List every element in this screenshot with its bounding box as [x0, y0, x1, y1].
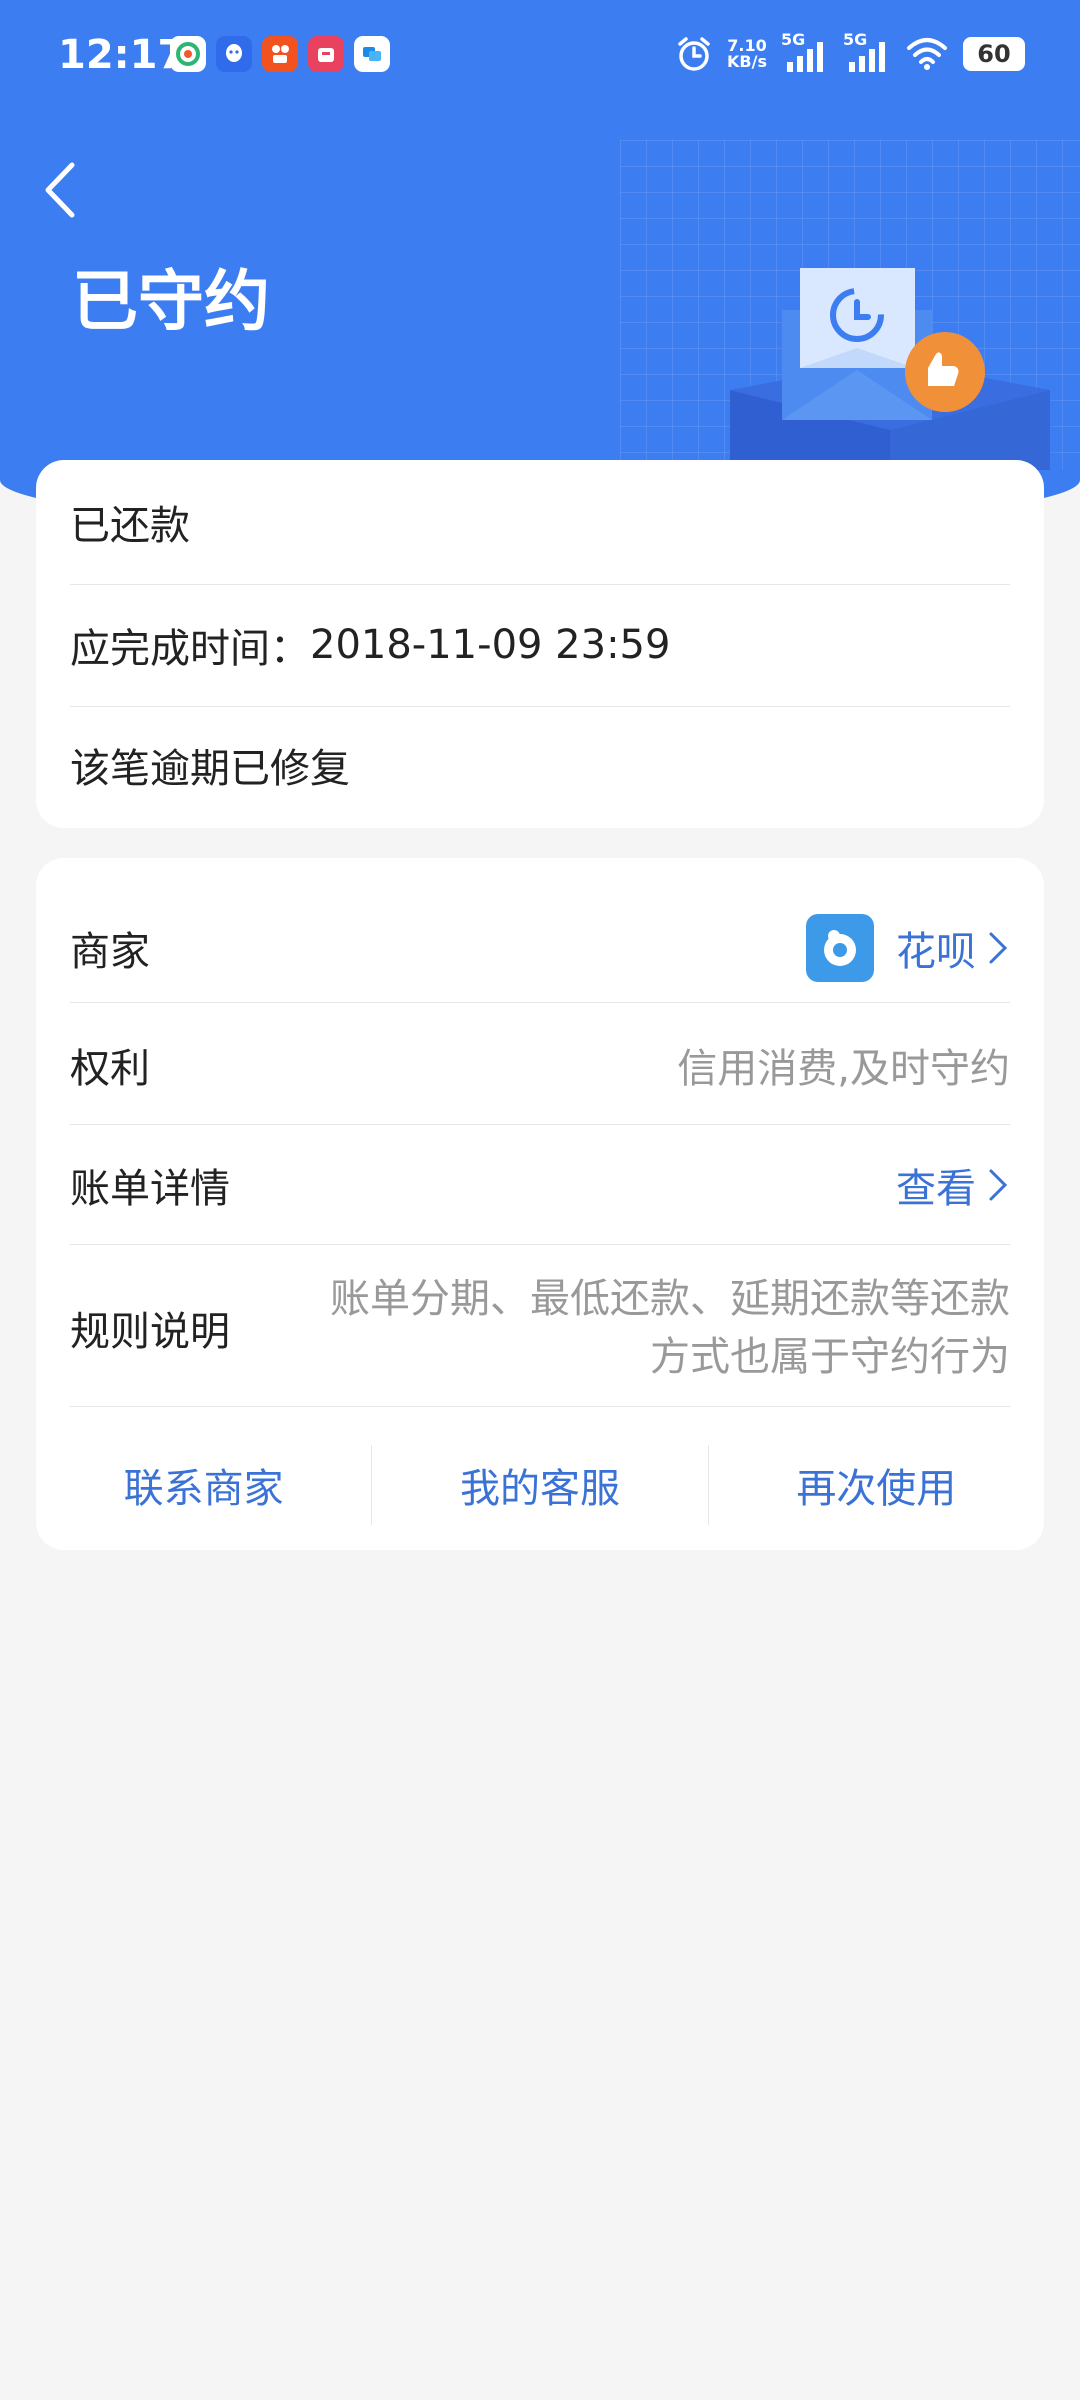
rights-value: 信用消费,及时守约 — [677, 1046, 1010, 1092]
contract-illustration — [730, 268, 1050, 470]
merchant-label: 商家 — [70, 929, 150, 975]
bill-detail-row[interactable]: 账单详情 查看 — [70, 1160, 1010, 1212]
rules-text-line-2: 方式也属于守约行为 — [650, 1334, 1010, 1380]
due-time-row: 应完成时间： 2018-11-09 23:59 — [70, 622, 1010, 672]
divider — [70, 1244, 1010, 1245]
bill-view-text: 查看 — [896, 1166, 976, 1212]
rules-text-line-1: 账单分期、最低还款、延期还款等还款 — [330, 1276, 1010, 1322]
bill-detail-label: 账单详情 — [70, 1166, 230, 1212]
signal-bars-icon — [787, 42, 823, 72]
due-time-label: 应完成时间： — [70, 626, 310, 672]
divider — [70, 706, 1010, 707]
divider — [70, 584, 1010, 585]
repaid-row: 已还款 — [70, 500, 1010, 549]
repaid-status: 已还款 — [70, 503, 190, 549]
status-time: 12:17 — [58, 32, 186, 78]
overdue-fixed-text: 该笔逾期已修复 — [70, 746, 350, 792]
merchant-link[interactable]: 花呗 — [806, 914, 1010, 982]
divider — [70, 1002, 1010, 1003]
battery-indicator: 60 — [963, 37, 1025, 71]
alarm-icon — [678, 37, 710, 71]
huabei-logo-icon — [806, 914, 874, 982]
rights-label: 权利 — [70, 1046, 150, 1092]
overdue-fixed-row: 该笔逾期已修复 — [70, 742, 1010, 792]
status-indicators: 7.10 KB/s 5G 5G 60 — [675, 30, 1025, 74]
rules-row: 规则说明 账单分期、最低还款、延期还款等还款 方式也属于守约行为 — [70, 1268, 1010, 1388]
customer-service-button[interactable]: 我的客服 — [372, 1440, 707, 1530]
wifi-icon — [907, 38, 947, 70]
merchant-name: 花呗 — [896, 929, 976, 975]
detail-card: 商家 花呗 权利 信用消费,及时守约 账单详情 查看 规则说明 账单分期、最低还… — [36, 858, 1044, 1550]
network-speed: 7.10 KB/s — [727, 38, 767, 70]
bill-view-link[interactable]: 查看 — [896, 1156, 1010, 1214]
rules-text: 账单分期、最低还款、延期还款等还款 方式也属于守约行为 — [330, 1270, 1010, 1386]
chevron-right-icon — [989, 932, 1008, 964]
signal-2: 5G — [843, 30, 891, 74]
signal-1: 5G — [781, 30, 829, 74]
rights-row: 权利 信用消费,及时守约 — [70, 1042, 1010, 1092]
rules-label: 规则说明 — [70, 1309, 230, 1355]
shopping-notification-icon — [308, 36, 344, 72]
status-card: 已还款 应完成时间： 2018-11-09 23:59 该笔逾期已修复 — [36, 460, 1044, 828]
divider — [70, 1124, 1010, 1125]
contact-merchant-button[interactable]: 联系商家 — [36, 1440, 371, 1530]
app-notification-icon — [170, 36, 206, 72]
page-title: 已守约 — [72, 263, 270, 340]
signal-bars-icon — [849, 42, 885, 72]
chevron-right-icon — [989, 1169, 1008, 1201]
network-speed-unit: KB/s — [727, 52, 767, 71]
divider — [70, 1406, 1010, 1407]
action-bar: 联系商家 我的客服 再次使用 — [36, 1440, 1044, 1530]
status-bar: 12:17 7.10 KB/s 5G 5G 60 — [0, 0, 1080, 110]
kuaishou-notification-icon — [262, 36, 298, 72]
use-again-button[interactable]: 再次使用 — [709, 1440, 1044, 1530]
notification-icons — [170, 36, 390, 72]
back-arrow-icon[interactable] — [36, 155, 86, 225]
qq-notification-icon — [216, 36, 252, 72]
merchant-row[interactable]: 商家 花呗 — [70, 910, 1010, 986]
message-notification-icon — [354, 36, 390, 72]
due-time-value: 2018-11-09 23:59 — [310, 622, 671, 668]
